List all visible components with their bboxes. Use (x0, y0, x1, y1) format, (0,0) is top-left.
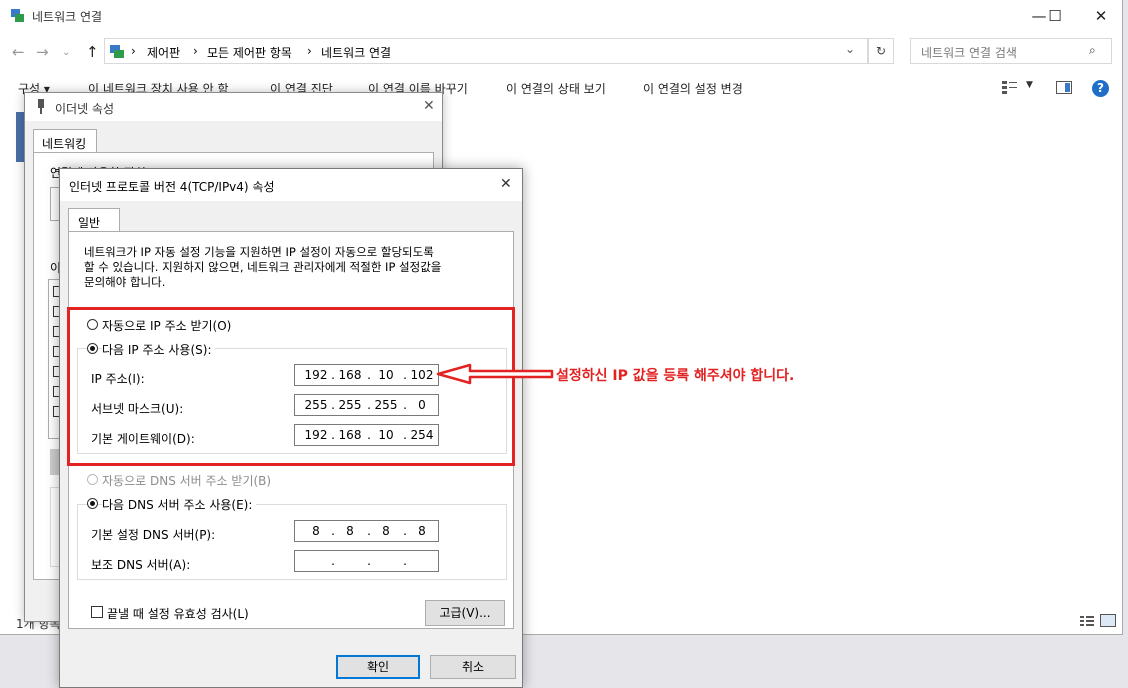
details-view-icon[interactable] (1080, 615, 1094, 627)
alternate-dns-field[interactable]: . . . (294, 550, 439, 572)
dns-octet: 8 (312, 524, 320, 538)
large-icons-view-icon[interactable] (1100, 614, 1116, 627)
dialog-titlebar: 인터넷 프로토콜 버전 4(TCP/IPv4) 속성 ✕ (60, 169, 522, 201)
radio-manual-dns-label[interactable]: 다음 DNS 서버 주소 사용(E): (102, 496, 257, 513)
refresh-icon: ↻ (875, 44, 887, 58)
view-dropdown-icon[interactable]: ▼ (1026, 80, 1033, 90)
search-input[interactable]: 네트워크 연결 검색 (921, 44, 1017, 61)
tab-general[interactable]: 일반 (68, 208, 120, 232)
network-connections-icon (10, 8, 25, 23)
description-line: 네트워크가 IP 자동 설정 기능을 지원하면 IP 설정이 자동으로 할당되도… (84, 245, 434, 259)
view-options-icon[interactable] (1002, 80, 1020, 94)
breadcrumb-separator-icon: › (131, 44, 136, 58)
dialog-title: 인터넷 프로토콜 버전 4(TCP/IPv4) 속성 (69, 180, 275, 194)
tab-label: 네트워킹 (42, 137, 87, 151)
change-settings-command[interactable]: 이 연결의 설정 변경 (643, 80, 743, 97)
maximize-button[interactable]: ☐ (1032, 4, 1078, 28)
maximize-icon: ☐ (1048, 7, 1062, 25)
description-line: 할 수 있습니다. 지원하지 않으면, 네트워크 관리자에게 적절한 IP 설정… (84, 260, 442, 274)
advanced-button[interactable]: 고급(V)... (425, 600, 505, 626)
preferred-dns-field[interactable]: 8 . 8 . 8 . 8 (294, 520, 439, 542)
close-icon[interactable]: ✕ (500, 176, 512, 192)
annotation-arrow-icon (436, 363, 554, 385)
close-icon[interactable]: ✕ (423, 98, 435, 114)
ethernet-icon (35, 99, 47, 115)
up-arrow-icon[interactable]: ↑ (86, 43, 99, 61)
dialog-titlebar: 이더넷 속성 ✕ (25, 93, 442, 121)
cancel-button[interactable]: 취소 (430, 655, 516, 679)
preview-pane-icon[interactable] (1056, 81, 1072, 94)
radio-auto-dns-label[interactable]: 자동으로 DNS 서버 주소 받기(B) (102, 472, 271, 489)
window-title: 네트워크 연결 (32, 10, 103, 24)
dialog-title: 이더넷 속성 (55, 102, 115, 116)
search-icon: ⌕ (1089, 43, 1096, 57)
dns-octet: 8 (418, 524, 426, 538)
forward-arrow-icon[interactable]: → (36, 43, 49, 61)
dns-octet: 8 (346, 524, 354, 538)
description-text: 네트워크가 IP 자동 설정 기능을 지원하면 IP 설정이 자동으로 할당되도… (84, 245, 441, 290)
back-arrow-icon[interactable]: ← (12, 43, 25, 61)
annotation-text: 설정하신 IP 값을 등록 해주셔야 합니다. (556, 368, 795, 384)
radio-auto-dns[interactable] (87, 474, 98, 485)
address-bar[interactable]: › 제어판 › 모든 제어판 항목 › 네트워크 연결 ⌄ (104, 38, 868, 64)
validate-checkbox[interactable] (91, 606, 103, 618)
close-window-button[interactable]: ✕ (1078, 4, 1124, 28)
help-icon[interactable]: ? (1092, 80, 1109, 97)
breadcrumb-separator-icon: › (307, 44, 312, 58)
annotation-highlight-box (67, 307, 515, 466)
control-panel-icon (109, 43, 125, 59)
dns-octet: 8 (382, 524, 390, 538)
close-icon: ✕ (1094, 7, 1108, 25)
validate-label[interactable]: 끝낼 때 설정 유효성 검사(L) (107, 605, 249, 622)
breadcrumb-item-control-panel[interactable]: 제어판 (147, 44, 180, 61)
description-line: 문의해야 합니다. (84, 275, 166, 289)
tab-networking[interactable]: 네트워킹 (33, 129, 97, 153)
preferred-dns-label: 기본 설정 DNS 서버(P): (91, 528, 216, 542)
search-box[interactable]: 네트워크 연결 검색 ⌕ (910, 38, 1112, 64)
alternate-dns-label: 보조 DNS 서버(A): (91, 558, 191, 572)
radio-manual-dns[interactable] (87, 498, 98, 509)
address-dropdown-icon[interactable]: ⌄ (845, 42, 855, 56)
breadcrumb-item-network-connections[interactable]: 네트워크 연결 (321, 44, 391, 61)
tab-label: 일반 (78, 216, 101, 230)
recent-chevron-icon[interactable]: ⌄ (62, 47, 70, 58)
breadcrumb-separator-icon: › (193, 44, 198, 58)
breadcrumb-item-all-items[interactable]: 모든 제어판 항목 (207, 44, 292, 61)
view-status-command[interactable]: 이 연결의 상태 보기 (506, 80, 606, 97)
ok-button[interactable]: 확인 (336, 655, 420, 679)
refresh-button[interactable]: ↻ (868, 38, 894, 64)
